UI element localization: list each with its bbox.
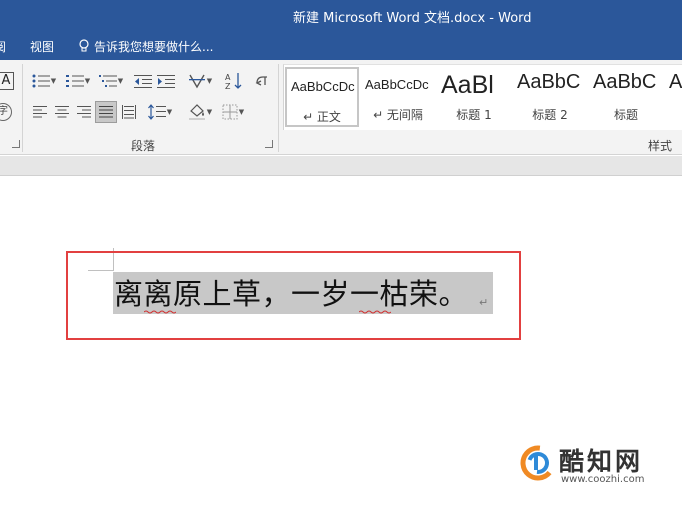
dialog-launcher-icon[interactable] bbox=[265, 140, 273, 148]
show-marks-button[interactable] bbox=[252, 70, 272, 92]
svg-text:A: A bbox=[225, 73, 231, 82]
watermark: 酷知网 www.coozhi.com bbox=[511, 437, 661, 495]
paragraph-group-label: 段落 bbox=[131, 139, 156, 153]
style-preview: AaBbCcDc bbox=[365, 77, 429, 92]
style-heading-1[interactable]: AaBl 标题 1 bbox=[437, 67, 511, 127]
style-name: 标题 bbox=[613, 108, 638, 122]
sort-button[interactable]: AZ bbox=[224, 70, 244, 92]
distributed-button[interactable] bbox=[119, 101, 139, 123]
svg-text:Z: Z bbox=[225, 82, 231, 90]
align-right-button[interactable] bbox=[74, 101, 94, 123]
style-normal[interactable]: AaBbCcDc ↵ 正文 bbox=[285, 67, 359, 127]
multilevel-list-icon bbox=[98, 74, 117, 88]
increase-indent-icon bbox=[157, 74, 175, 88]
style-preview: A bbox=[669, 71, 682, 93]
watermark-name: 酷知网 bbox=[559, 447, 644, 476]
font-border-button[interactable]: A bbox=[0, 70, 18, 92]
ribbon-tabs: 阅 视图 告诉我您想要做什么... bbox=[0, 32, 682, 60]
decrease-indent-button[interactable] bbox=[133, 70, 153, 92]
annotation-highlight-box bbox=[66, 251, 521, 340]
word-window: 新建 Microsoft Word 文档.docx - Word 阅 视图 告诉… bbox=[0, 0, 682, 519]
align-left-icon bbox=[33, 106, 47, 118]
align-center-button[interactable] bbox=[52, 101, 72, 123]
bullets-icon bbox=[32, 74, 50, 88]
group-separator bbox=[278, 64, 279, 152]
show-marks-icon bbox=[255, 73, 269, 89]
style-name: ↵ 无间隔 bbox=[373, 108, 423, 122]
shading-icon bbox=[188, 104, 206, 120]
style-name: 标题 2 bbox=[532, 108, 568, 122]
borders-icon bbox=[222, 104, 238, 120]
style-preview: AaBbC bbox=[593, 71, 657, 93]
watermark-url: www.coozhi.com bbox=[561, 474, 645, 485]
tell-me-text: 告诉我您想要做什么... bbox=[94, 39, 214, 54]
bullets-button[interactable]: ▼ bbox=[28, 70, 60, 92]
tab-review[interactable]: 阅 bbox=[0, 38, 6, 55]
sort-icon: AZ bbox=[225, 72, 243, 90]
justify-button[interactable] bbox=[95, 101, 117, 123]
chinese-layout-icon bbox=[188, 73, 206, 89]
line-spacing-icon bbox=[147, 104, 166, 120]
align-left-button[interactable] bbox=[30, 101, 50, 123]
distributed-icon bbox=[122, 105, 136, 119]
style-no-spacing[interactable]: AaBbCcDc ↵ 无间隔 bbox=[361, 67, 435, 127]
shading-button[interactable]: ▼ bbox=[184, 101, 216, 123]
style-heading-2[interactable]: AaBbC 标题 2 bbox=[513, 67, 587, 127]
numbering-button[interactable]: ▼ bbox=[63, 70, 93, 92]
enclose-characters-button[interactable]: 字 bbox=[0, 101, 14, 123]
group-separator bbox=[22, 64, 23, 152]
chinese-layout-button[interactable]: ▼ bbox=[185, 70, 215, 92]
tell-me-box[interactable]: 告诉我您想要做什么... bbox=[78, 37, 213, 55]
borders-button[interactable]: ▼ bbox=[218, 101, 248, 123]
decrease-indent-icon bbox=[134, 74, 152, 88]
style-title[interactable]: AaBbC 标题 bbox=[589, 67, 663, 127]
justify-icon bbox=[99, 106, 113, 118]
character-border-icon: A bbox=[0, 72, 14, 90]
style-preview: AaBbCcDc bbox=[291, 79, 355, 94]
coozhi-logo-icon bbox=[520, 445, 556, 485]
style-preview: AaBbC bbox=[517, 71, 581, 93]
multilevel-list-button[interactable]: ▼ bbox=[96, 70, 126, 92]
enclosed-char-icon: 字 bbox=[0, 103, 12, 121]
title-bar: 新建 Microsoft Word 文档.docx - Word bbox=[0, 0, 682, 32]
window-title: 新建 Microsoft Word 文档.docx - Word bbox=[293, 11, 532, 26]
align-center-icon bbox=[55, 106, 69, 118]
lightbulb-icon bbox=[78, 39, 90, 53]
ribbon: A 字 ▼ ▼ ▼ ▼ A Z ▼ ▼ ▼ 段落 AaBbCcDc ↵ 正文 A… bbox=[0, 60, 682, 155]
style-subtitle[interactable]: A bbox=[665, 67, 682, 127]
increase-indent-button[interactable] bbox=[156, 70, 176, 92]
styles-group-label: 样式 bbox=[648, 139, 673, 153]
align-right-icon bbox=[77, 106, 91, 118]
line-spacing-button[interactable]: ▼ bbox=[145, 101, 175, 123]
document-top-margin bbox=[0, 156, 682, 176]
tab-view[interactable]: 视图 bbox=[30, 38, 54, 55]
styles-gallery: AaBbCcDc ↵ 正文 AaBbCcDc ↵ 无间隔 AaBl 标题 1 A… bbox=[283, 64, 682, 130]
dialog-launcher-icon[interactable] bbox=[12, 140, 20, 148]
style-name: ↵ 正文 bbox=[303, 110, 341, 124]
style-name: 标题 1 bbox=[456, 108, 492, 122]
style-preview: AaBl bbox=[441, 71, 494, 99]
numbering-icon bbox=[65, 74, 84, 88]
